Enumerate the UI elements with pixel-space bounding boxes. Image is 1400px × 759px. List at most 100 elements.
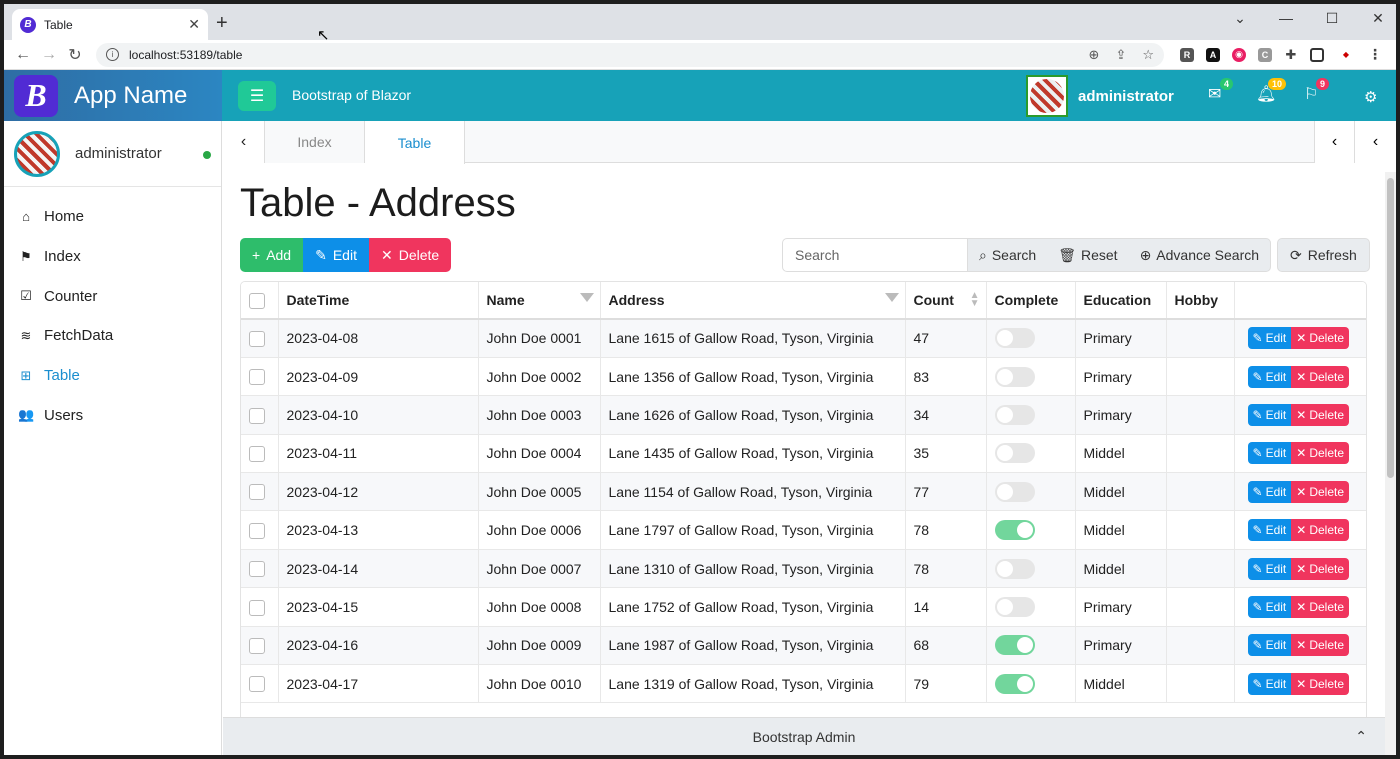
- row-delete-button[interactable]: ✕ Delete: [1291, 672, 1349, 695]
- complete-switch[interactable]: [994, 481, 1035, 502]
- column-header-count[interactable]: Count ▲ ▼: [905, 282, 987, 320]
- row-checkbox[interactable]: [249, 446, 265, 463]
- row-delete-button[interactable]: ✕ Delete: [1291, 442, 1349, 465]
- row-checkbox[interactable]: [249, 561, 265, 578]
- gear-icon[interactable]: ⚙: [1364, 88, 1377, 106]
- column-header-education[interactable]: Education: [1075, 282, 1167, 320]
- table-row[interactable]: 2023-04-09 John Doe 0002 Lane 1356 of Gall…: [241, 357, 1366, 397]
- complete-switch[interactable]: [994, 443, 1035, 464]
- maximize-icon[interactable]: ☐: [1324, 10, 1340, 27]
- extension-red-icon[interactable]: ◆: [1336, 47, 1356, 62]
- puzzle-icon[interactable]: ✚: [1284, 47, 1298, 62]
- complete-switch[interactable]: [994, 596, 1035, 617]
- delete-button[interactable]: ✕ Delete: [368, 238, 452, 272]
- extension-pink-icon[interactable]: ◉: [1232, 47, 1246, 62]
- complete-switch[interactable]: [994, 673, 1035, 694]
- row-delete-button[interactable]: ✕ Delete: [1291, 595, 1349, 618]
- tab-menu-icon[interactable]: ‹: [1354, 121, 1396, 163]
- row-checkbox[interactable]: [249, 522, 265, 539]
- complete-switch[interactable]: [994, 404, 1035, 425]
- url-field[interactable]: i localhost:53189/table ⊕ ⇪ ☆: [96, 42, 1164, 67]
- search-input[interactable]: Search: [782, 238, 968, 272]
- back-icon[interactable]: ←: [10, 46, 36, 64]
- row-edit-button[interactable]: ✎ Edit: [1247, 672, 1292, 695]
- row-edit-button[interactable]: ✎ Edit: [1247, 403, 1292, 426]
- sidebar-item-counter[interactable]: ☑ Counter: [4, 276, 221, 316]
- reload-icon[interactable]: ↻: [62, 45, 88, 65]
- tab-scroll-right-icon[interactable]: ‹: [1314, 121, 1354, 163]
- table-row[interactable]: 2023-04-10 John Doe 0003 Lane 1626 of Gall…: [241, 395, 1366, 435]
- row-delete-button[interactable]: ✕ Delete: [1291, 634, 1349, 657]
- row-delete-button[interactable]: ✕ Delete: [1291, 480, 1349, 503]
- table-row[interactable]: 2023-04-16 John Doe 0009 Lane 1987 of Gall…: [241, 626, 1366, 666]
- sidebar-item-fetchdata[interactable]: ≋ FetchData: [4, 316, 221, 356]
- page-scrollbar[interactable]: [1385, 172, 1396, 755]
- chevron-up-icon[interactable]: ⌃: [1355, 728, 1367, 745]
- tab-table[interactable]: Table: [365, 121, 465, 164]
- header-user[interactable]: administrator: [1026, 75, 1174, 117]
- share-icon[interactable]: ⇪: [1115, 47, 1126, 63]
- search-button[interactable]: ⌕ Search: [968, 238, 1048, 272]
- bookmark-star-icon[interactable]: ☆: [1142, 47, 1154, 63]
- sidebar-item-home[interactable]: ⌂ Home: [4, 197, 221, 237]
- row-edit-button[interactable]: ✎ Edit: [1247, 327, 1292, 350]
- advance-search-button[interactable]: ⊕ Advance Search: [1128, 238, 1272, 272]
- table-row[interactable]: 2023-04-08 John Doe 0001 Lane 1615 of Gall…: [241, 319, 1366, 358]
- column-header-datetime[interactable]: DateTime: [278, 282, 479, 320]
- table-row[interactable]: 2023-04-12 John Doe 0005 Lane 1154 of Gall…: [241, 472, 1366, 512]
- column-header-address[interactable]: Address: [600, 282, 906, 320]
- row-edit-button[interactable]: ✎ Edit: [1247, 557, 1292, 580]
- row-checkbox[interactable]: [249, 637, 265, 654]
- table-row[interactable]: 2023-04-14 John Doe 0007 Lane 1310 of Gall…: [241, 549, 1366, 589]
- column-header-hobby[interactable]: Hobby: [1166, 282, 1235, 320]
- table-row[interactable]: 2023-04-15 John Doe 0008 Lane 1752 of Gall…: [241, 587, 1366, 627]
- chevron-down-icon[interactable]: ⌄: [1232, 10, 1248, 27]
- extension-a-icon[interactable]: A: [1206, 47, 1220, 62]
- mail-icon[interactable]: ✉ 4: [1208, 78, 1234, 104]
- zoom-icon[interactable]: ⊕: [1089, 47, 1100, 63]
- row-checkbox[interactable]: [249, 407, 265, 424]
- complete-switch[interactable]: [994, 366, 1035, 387]
- tab-index[interactable]: Index: [265, 121, 365, 163]
- browser-tab[interactable]: B Table ✕: [12, 9, 208, 40]
- sidepanel-icon[interactable]: [1310, 47, 1324, 62]
- table-row[interactable]: 2023-04-11 John Doe 0004 Lane 1435 of Gall…: [241, 434, 1366, 474]
- site-info-icon[interactable]: i: [106, 48, 119, 61]
- sidebar-item-users[interactable]: 👥 Users: [4, 395, 221, 435]
- kebab-menu-icon[interactable]: ⋮: [1368, 46, 1382, 62]
- row-checkbox[interactable]: [249, 369, 265, 386]
- edit-button[interactable]: ✎ Edit: [303, 238, 369, 272]
- add-button[interactable]: + Add: [240, 238, 304, 272]
- refresh-button[interactable]: ⟳ Refresh: [1277, 238, 1370, 272]
- reset-button[interactable]: 🗑︎ Reset: [1047, 238, 1129, 272]
- extension-c-icon[interactable]: C: [1258, 47, 1272, 62]
- row-checkbox[interactable]: [249, 599, 265, 616]
- column-header-complete[interactable]: Complete: [986, 282, 1076, 320]
- row-checkbox[interactable]: [249, 484, 265, 501]
- row-delete-button[interactable]: ✕ Delete: [1291, 365, 1349, 388]
- row-edit-button[interactable]: ✎ Edit: [1247, 365, 1292, 388]
- row-checkbox[interactable]: [249, 331, 265, 348]
- row-delete-button[interactable]: ✕ Delete: [1291, 403, 1349, 426]
- filter-icon[interactable]: [579, 293, 594, 302]
- brand[interactable]: B App Name: [4, 70, 222, 121]
- forward-icon[interactable]: →: [36, 46, 62, 64]
- extension-r-icon[interactable]: R: [1180, 47, 1194, 62]
- complete-switch[interactable]: [994, 558, 1035, 579]
- row-edit-button[interactable]: ✎ Edit: [1247, 634, 1292, 657]
- row-checkbox[interactable]: [249, 676, 265, 693]
- menu-toggle-button[interactable]: ☰: [238, 81, 276, 111]
- sort-icon[interactable]: ▲ ▼: [970, 291, 980, 309]
- scrollbar-thumb[interactable]: [1387, 178, 1394, 478]
- row-edit-button[interactable]: ✎ Edit: [1247, 595, 1292, 618]
- close-window-icon[interactable]: ✕: [1370, 10, 1386, 27]
- complete-switch[interactable]: [994, 520, 1035, 541]
- minimize-icon[interactable]: —: [1278, 10, 1294, 27]
- table-row[interactable]: 2023-04-13 John Doe 0006 Lane 1797 of Gall…: [241, 510, 1366, 550]
- filter-icon[interactable]: [884, 293, 899, 302]
- row-delete-button[interactable]: ✕ Delete: [1291, 557, 1349, 580]
- row-edit-button[interactable]: ✎ Edit: [1247, 519, 1292, 542]
- row-edit-button[interactable]: ✎ Edit: [1247, 442, 1292, 465]
- sidebar-item-table[interactable]: ⊞ Table: [4, 356, 221, 396]
- bell-icon[interactable]: 🔔︎ 10: [1256, 78, 1287, 104]
